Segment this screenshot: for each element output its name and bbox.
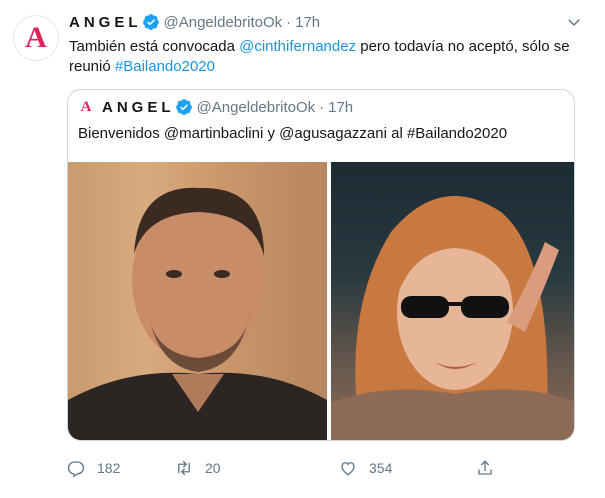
verified-badge-icon xyxy=(142,14,159,30)
quoted-author-name: ANGEL xyxy=(102,98,175,116)
share-icon xyxy=(478,460,492,475)
separator-dot: · xyxy=(286,13,292,31)
retweet-count: 20 xyxy=(205,460,221,476)
share-button[interactable] xyxy=(476,456,506,480)
man-portrait-illustration xyxy=(68,187,327,440)
tweet-text: También está convocada @cinthifernandez … xyxy=(69,37,589,77)
reply-button[interactable]: 182 xyxy=(67,456,120,480)
verified-badge-icon xyxy=(175,99,192,115)
tweet[interactable]: A ANGEL @AngeldebritoOk · 17h También es… xyxy=(0,0,605,498)
retweet-icon xyxy=(178,460,190,476)
tweet-header: ANGEL @AngeldebritoOk · 17h xyxy=(69,11,320,33)
author-name[interactable]: ANGEL xyxy=(69,14,142,31)
like-button[interactable]: 354 xyxy=(339,456,392,480)
photo-woman[interactable] xyxy=(331,162,574,440)
photo-man[interactable] xyxy=(68,162,327,440)
tweet-time[interactable]: 17h xyxy=(295,14,320,31)
hashtag-link[interactable]: #Bailando2020 xyxy=(115,58,215,75)
chevron-down-icon[interactable] xyxy=(565,13,583,31)
mention-link[interactable]: @cinthifernandez xyxy=(239,38,356,55)
reply-icon xyxy=(67,461,85,477)
quoted-media[interactable] xyxy=(68,162,574,440)
like-count: 354 xyxy=(369,460,393,476)
quoted-tweet-text: Bienvenidos @martinbaclini y @agusagazza… xyxy=(78,125,508,142)
quoted-tweet-time: 17h xyxy=(328,98,354,116)
quoted-avatar: A xyxy=(80,98,92,115)
quoted-tweet-header: A ANGEL @AngeldebritoOk · 17h xyxy=(78,96,354,118)
avatar[interactable]: A xyxy=(13,15,59,61)
woman-portrait-illustration xyxy=(331,196,574,440)
author-handle[interactable]: @AngeldebritoOk xyxy=(164,14,283,31)
quoted-author-handle: @AngeldebritoOk xyxy=(196,98,316,116)
tweet-actions: 182 20 354 xyxy=(67,456,507,480)
like-icon xyxy=(341,462,355,476)
separator-dot: · xyxy=(319,98,325,116)
tweet-text-part1: También está convocada xyxy=(69,38,240,55)
quoted-tweet[interactable]: A ANGEL @AngeldebritoOk · 17h Bienvenido… xyxy=(67,89,575,441)
retweet-button[interactable]: 20 xyxy=(175,456,221,480)
reply-count: 182 xyxy=(97,460,121,476)
